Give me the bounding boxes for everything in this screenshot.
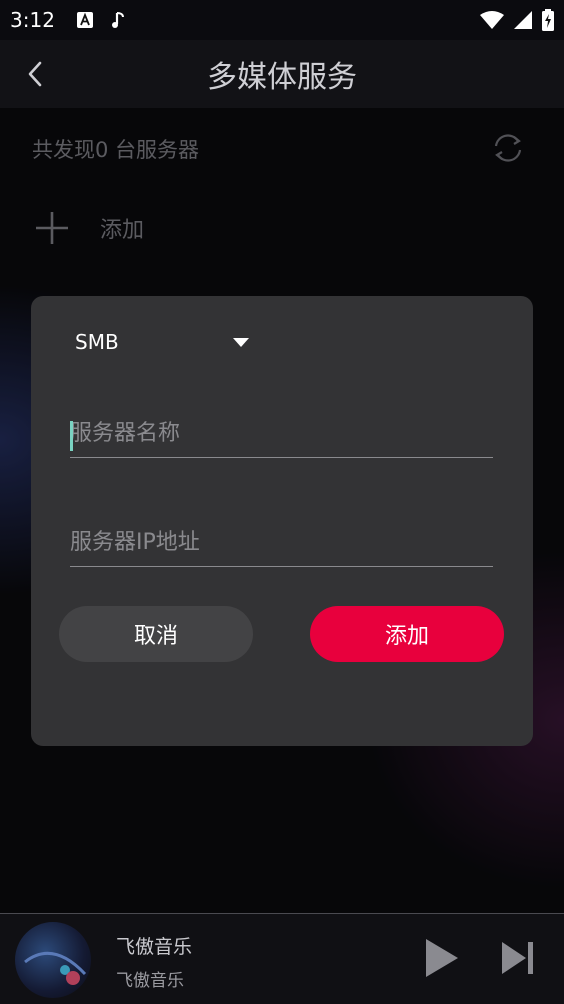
status-time: 3:12 xyxy=(10,8,55,32)
text-cursor xyxy=(70,421,73,451)
protocol-select[interactable]: SMB xyxy=(75,324,255,360)
dropdown-arrow-icon xyxy=(233,338,249,347)
song-artist: 飞傲音乐 xyxy=(116,971,184,991)
add-server-dialog: SMB 取消 添加 xyxy=(31,296,533,746)
status-system-icons xyxy=(480,9,554,31)
server-name-input[interactable] xyxy=(70,413,493,453)
server-name-field[interactable] xyxy=(70,413,493,458)
battery-charging-icon xyxy=(542,9,554,31)
server-ip-field[interactable] xyxy=(70,522,493,567)
status-notification-icons xyxy=(76,11,125,29)
next-track-icon[interactable] xyxy=(498,938,538,978)
play-icon[interactable] xyxy=(420,936,464,980)
signal-icon xyxy=(514,11,532,29)
server-ip-input[interactable] xyxy=(70,522,493,562)
status-bar: 3:12 xyxy=(0,0,564,40)
cancel-button[interactable]: 取消 xyxy=(59,606,253,662)
album-art-image xyxy=(24,952,87,985)
music-note-icon xyxy=(111,12,124,28)
protocol-value: SMB xyxy=(75,330,119,354)
wifi-icon xyxy=(480,11,504,29)
app-header: 多媒体服务 xyxy=(0,40,564,108)
album-cover[interactable] xyxy=(15,922,91,998)
a-notification-icon xyxy=(76,12,93,28)
mini-player[interactable]: 飞傲音乐 飞傲音乐 xyxy=(0,914,564,1004)
add-button[interactable]: 添加 xyxy=(310,606,504,662)
page-title: 多媒体服务 xyxy=(207,60,357,95)
song-title: 飞傲音乐 xyxy=(116,936,193,958)
